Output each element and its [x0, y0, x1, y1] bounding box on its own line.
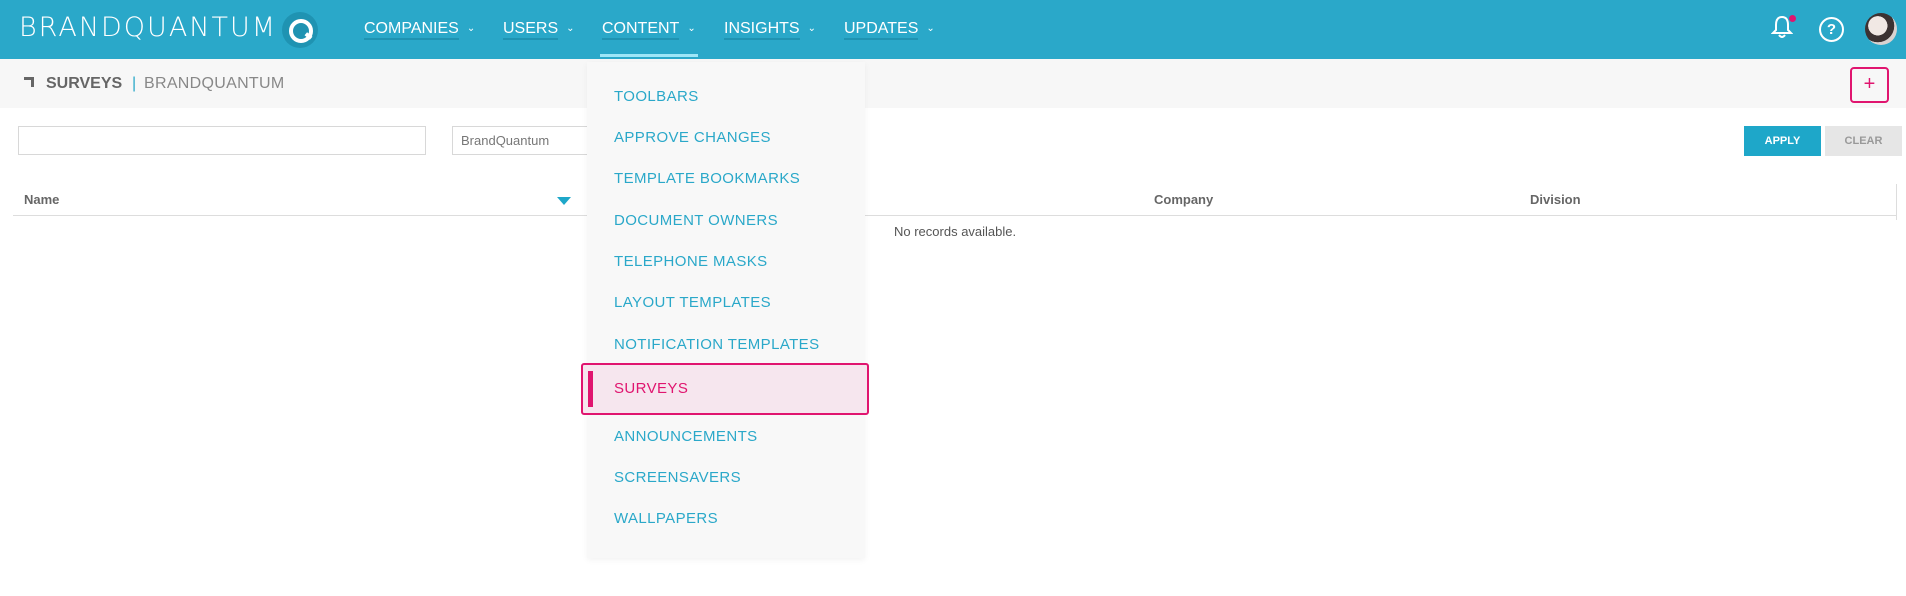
nav-content[interactable]: CONTENT ⌄ — [600, 20, 698, 59]
nav-content-label: CONTENT — [602, 20, 680, 40]
avatar[interactable] — [1865, 13, 1897, 45]
name-filter-input[interactable] — [18, 126, 426, 155]
menu-item-wallpapers[interactable]: WALLPAPERS — [614, 510, 718, 527]
apply-button[interactable]: APPLY — [1744, 126, 1821, 156]
menu-item-notification-templates[interactable]: NOTIFICATION TEMPLATES — [614, 336, 820, 353]
column-header-division[interactable]: Division — [1530, 192, 1581, 207]
help-icon[interactable]: ? — [1819, 17, 1844, 42]
add-button[interactable]: + — [1850, 67, 1889, 103]
menu-item-layout-templates[interactable]: LAYOUT TEMPLATES — [614, 294, 771, 311]
breadcrumb-separator: | — [132, 75, 137, 92]
brand-logo-icon[interactable] — [282, 12, 318, 48]
nav-users-label: USERS — [503, 20, 559, 40]
nav-companies[interactable]: COMPANIES ⌄ — [364, 20, 475, 59]
company-filter-select[interactable]: BrandQuantum — [452, 126, 592, 155]
page-title: SURVEYS — [46, 75, 123, 92]
chevron-down-icon: ⌄ — [687, 23, 696, 34]
menu-item-document-owners[interactable]: DOCUMENT OWNERS — [614, 212, 778, 229]
menu-item-announcements[interactable]: ANNOUNCEMENTS — [614, 428, 758, 445]
menu-item-toolbars[interactable]: TOOLBARS — [614, 88, 699, 105]
menu-item-screensavers[interactable]: SCREENSAVERS — [614, 469, 741, 486]
column-header-name[interactable]: Name — [24, 192, 59, 207]
page-header — [0, 59, 1906, 108]
active-indicator — [588, 371, 593, 407]
nav-insights[interactable]: INSIGHTS ⌄ — [724, 20, 816, 59]
chevron-down-icon: ⌄ — [566, 23, 575, 34]
column-resize-handle[interactable] — [1896, 184, 1897, 220]
menu-item-approve-changes[interactable]: APPROVE CHANGES — [614, 129, 771, 146]
nav-companies-label: COMPANIES — [364, 20, 459, 40]
chevron-down-icon: ⌄ — [807, 23, 816, 34]
menu-item-surveys-label: SURVEYS — [614, 380, 689, 397]
table-header-divider — [13, 215, 1897, 216]
nav-updates-label: UPDATES — [844, 20, 919, 40]
nav-insights-label: INSIGHTS — [724, 20, 800, 40]
nav-users[interactable]: USERS ⌄ — [503, 20, 575, 59]
collapse-icon[interactable] — [24, 77, 34, 87]
column-header-company[interactable]: Company — [1154, 192, 1213, 207]
clear-button[interactable]: CLEAR — [1825, 126, 1902, 156]
chevron-down-icon: ⌄ — [926, 23, 935, 34]
empty-message: No records available. — [894, 224, 1017, 239]
sort-desc-icon[interactable] — [557, 197, 571, 205]
notification-dot — [1789, 15, 1796, 22]
chevron-down-icon: ⌄ — [466, 23, 476, 34]
breadcrumb-company: BRANDQUANTUM — [144, 75, 285, 92]
menu-item-telephone-masks[interactable]: TELEPHONE MASKS — [614, 253, 768, 270]
brand-name[interactable]: BRANDQUANTUM — [19, 12, 277, 43]
menu-item-template-bookmarks[interactable]: TEMPLATE BOOKMARKS — [614, 170, 800, 187]
nav-updates[interactable]: UPDATES ⌄ — [844, 20, 935, 59]
menu-item-surveys[interactable]: SURVEYS — [581, 363, 869, 415]
